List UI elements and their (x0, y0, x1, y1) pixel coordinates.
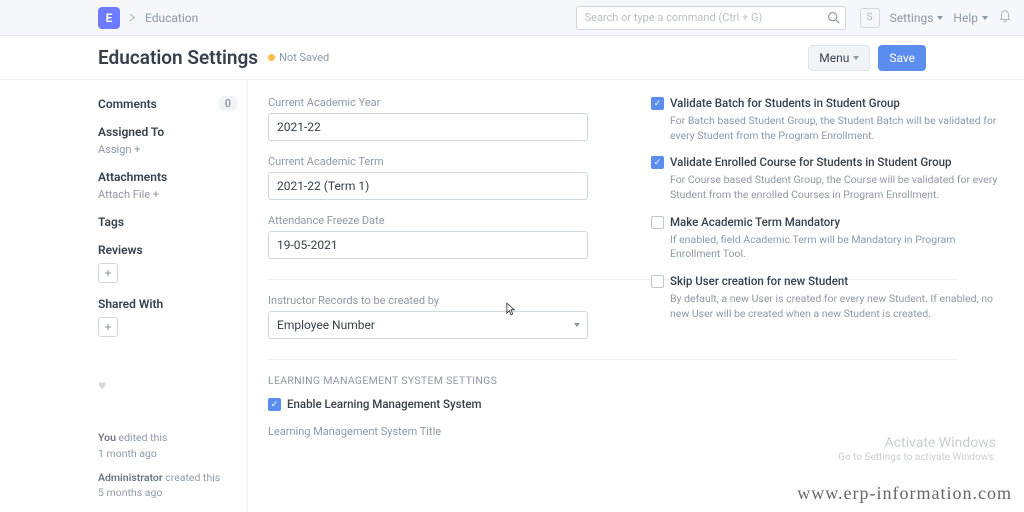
freeze-date-input[interactable] (268, 231, 588, 259)
form-area: Current Academic Year Current Academic T… (248, 80, 1024, 512)
instructor-select[interactable] (268, 311, 588, 339)
help-menu[interactable]: Help (953, 11, 988, 25)
caret-down-icon (853, 56, 859, 60)
validate-course-help: For Course based Student Group, the Cour… (670, 173, 1004, 202)
freeze-date-label: Attendance Freeze Date (268, 214, 621, 227)
logo-letter: E (106, 11, 113, 25)
assign-action[interactable]: Assign + (98, 143, 237, 156)
app-logo[interactable]: E (98, 7, 120, 29)
main: Comments 0 Assigned To Assign + Attachme… (0, 80, 1024, 512)
title-bar: Education Settings Not Saved Menu Save (0, 36, 1024, 80)
validate-course-checkbox[interactable]: ✓ (651, 156, 664, 169)
chevron-right-icon (128, 13, 137, 22)
settings-menu[interactable]: Settings (890, 11, 944, 25)
meta-admin: Administrator (98, 471, 163, 484)
meta-when2: 5 months ago (98, 485, 237, 501)
validate-batch-checkbox[interactable]: ✓ (651, 97, 664, 110)
attach-file-action[interactable]: Attach File + (98, 188, 237, 201)
validate-batch-label: Validate Batch for Students in Student G… (670, 96, 900, 110)
breadcrumb[interactable]: Education (145, 11, 198, 25)
heart-icon[interactable]: ♥ (98, 377, 237, 394)
validate-batch-help: For Batch based Student Group, the Stude… (670, 114, 1004, 143)
term-mandatory-checkbox[interactable] (651, 216, 664, 229)
enable-lms-checkbox[interactable]: ✓ (268, 398, 281, 411)
top-bar: E Education S Settings Help (0, 0, 1024, 36)
help-label: Help (953, 11, 978, 25)
enable-lms-label: Enable Learning Management System (287, 397, 482, 411)
shared-heading: Shared With (98, 297, 237, 311)
sidebar-comments[interactable]: Comments 0 (98, 96, 237, 111)
term-mandatory-help: If enabled, field Academic Term will be … (670, 233, 1004, 262)
tags-heading: Tags (98, 215, 237, 229)
status-label: Not Saved (279, 51, 329, 64)
validate-course-label: Validate Enrolled Course for Students in… (670, 155, 951, 169)
top-right: S Settings Help (860, 8, 1012, 28)
left-column: Current Academic Year Current Academic T… (268, 96, 621, 496)
skip-user-label: Skip User creation for new Student (670, 274, 848, 288)
bell-icon[interactable] (998, 9, 1012, 26)
reviews-heading: Reviews (98, 243, 237, 257)
title-actions: Menu Save (808, 45, 926, 71)
add-share-button[interactable]: + (98, 317, 118, 337)
attachments-heading: Attachments (98, 170, 237, 184)
meta-when1: 1 month ago (98, 446, 237, 462)
search-icon[interactable] (827, 11, 840, 27)
meta-you: You (98, 431, 116, 444)
assigned-heading: Assigned To (98, 125, 237, 139)
right-column: ✓ Validate Batch for Students in Student… (651, 96, 1004, 496)
lms-section-heading: LEARNING MANAGEMENT SYSTEM SETTINGS (268, 374, 621, 387)
page-title: Education Settings (98, 46, 258, 69)
acad-year-label: Current Academic Year (268, 96, 621, 109)
menu-label: Menu (819, 51, 849, 65)
term-mandatory-label: Make Academic Term Mandatory (670, 215, 840, 229)
user-avatar[interactable]: S (860, 8, 880, 28)
source-url: www.erp-information.com (797, 483, 1012, 504)
caret-down-icon (937, 16, 943, 20)
comments-count: 0 (219, 96, 237, 111)
settings-label: Settings (890, 11, 934, 25)
timeline-meta: You edited this 1 month ago Administrato… (98, 430, 237, 501)
search-wrap (576, 6, 846, 30)
skip-user-help: By default, a new User is created for ev… (670, 292, 1004, 321)
meta-created: created this (163, 471, 221, 484)
acad-year-input[interactable] (268, 113, 588, 141)
comments-label: Comments (98, 97, 157, 111)
caret-down-icon (574, 323, 580, 327)
user-letter: S (867, 12, 873, 23)
add-review-button[interactable]: + (98, 263, 118, 283)
menu-button[interactable]: Menu (808, 45, 870, 71)
skip-user-checkbox[interactable] (651, 275, 664, 288)
meta-edited: edited this (116, 431, 167, 444)
search-input[interactable] (576, 6, 846, 30)
save-button[interactable]: Save (878, 45, 926, 71)
acad-term-label: Current Academic Term (268, 155, 621, 168)
unsaved-indicator-icon (268, 54, 275, 61)
instructor-label: Instructor Records to be created by (268, 294, 621, 307)
acad-term-input[interactable] (268, 172, 588, 200)
caret-down-icon (982, 16, 988, 20)
lms-title-label: Learning Management System Title (268, 425, 621, 438)
sidebar: Comments 0 Assigned To Assign + Attachme… (98, 80, 248, 512)
